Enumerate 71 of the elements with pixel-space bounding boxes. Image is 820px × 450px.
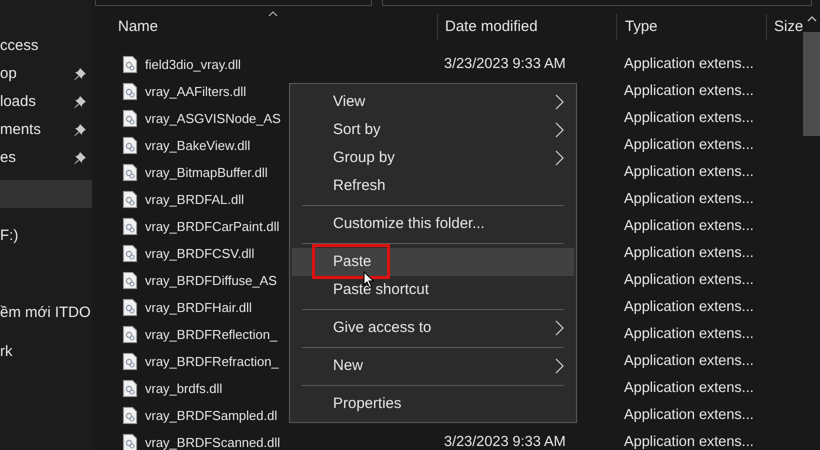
file-icon — [123, 191, 137, 208]
menu-item[interactable]: Customize this folder... — [292, 210, 574, 238]
file-name[interactable]: vray_BRDFHair.dll — [145, 298, 252, 318]
file-name[interactable]: vray_BRDFCSV.dll — [145, 244, 254, 264]
file-name[interactable]: vray_BRDFDiffuse_AS — [145, 270, 277, 290]
nav-item[interactable]: ments — [0, 116, 92, 144]
nav-item[interactable]: ccess — [0, 32, 92, 60]
column-header[interactable]: Size — [766, 14, 802, 40]
nav-item[interactable]: es — [0, 144, 92, 172]
file-icon — [123, 137, 137, 154]
file-icon — [123, 164, 137, 181]
file-type: Application extens... — [624, 272, 754, 288]
file-type: Application extens... — [624, 352, 754, 369]
file-type: Application extens... — [624, 56, 754, 72]
menu-item[interactable]: View — [292, 88, 574, 116]
column-header[interactable]: Date modified — [437, 14, 616, 40]
file-name[interactable]: vray_BRDFRefraction_ — [145, 352, 279, 372]
file-type: Application extens... — [624, 380, 754, 396]
file-icon — [123, 218, 137, 235]
file-icon — [123, 245, 137, 262]
file-type: Application extens... — [624, 164, 754, 180]
menu-item[interactable]: Properties — [292, 390, 574, 418]
file-type: Application extens... — [624, 136, 754, 153]
file-name[interactable]: vray_BitmapBuffer.dll — [145, 162, 268, 182]
file-name[interactable]: vray_ASGVISNode_AS — [145, 108, 281, 128]
file-name[interactable]: vray_BRDFReflection_ — [145, 324, 278, 344]
file-name[interactable]: vray_BRDFAL.dll — [145, 190, 244, 210]
file-icon — [123, 83, 137, 100]
file-name[interactable]: vray_BRDFScanned.dll — [145, 432, 280, 450]
file-type: Application extens... — [624, 406, 754, 423]
menu-item[interactable]: Give access to — [292, 314, 574, 342]
nav-item[interactable]: F:) — [0, 222, 92, 250]
column-header[interactable]: Type — [616, 14, 766, 40]
file-icon — [123, 380, 137, 397]
file-name[interactable]: vray_BRDFSampled.dl — [145, 406, 278, 426]
menu-item[interactable]: New — [292, 352, 574, 380]
nav-item[interactable]: ềm mới ITDO — [0, 299, 92, 327]
menu-item[interactable]: Sort by — [292, 116, 574, 144]
file-name[interactable]: vray_BakeView.dll — [145, 136, 250, 156]
file-type: Application extens... — [624, 82, 754, 99]
column-header[interactable]: Name — [95, 14, 437, 40]
file-icon — [123, 110, 137, 127]
scroll-up-icon[interactable] — [806, 16, 816, 22]
file-icon — [123, 326, 137, 343]
scrollbar-thumb[interactable] — [803, 32, 820, 136]
menu-item[interactable]: Group by — [292, 144, 574, 172]
file-name[interactable]: vray_brdfs.dll — [145, 378, 222, 398]
menu-item[interactable]: Paste shortcut — [292, 276, 574, 304]
file-icon — [123, 353, 137, 370]
date-modified: 3/23/2023 9:33 AM — [444, 56, 566, 72]
file-type: Application extens... — [624, 190, 754, 207]
file-type: Application extens... — [624, 326, 754, 342]
nav-item[interactable]: loads — [0, 88, 92, 116]
file-type: Application extens... — [624, 244, 754, 261]
file-icon — [123, 407, 137, 424]
file-name[interactable]: field3dio_vray.dll — [145, 54, 241, 74]
file-type: Application extens... — [624, 218, 754, 234]
nav-item[interactable]: op — [0, 60, 92, 88]
date-modified: 3/23/2023 9:33 AM — [444, 434, 566, 450]
file-type: Application extens... — [624, 434, 754, 450]
file-name[interactable]: vray_AAFilters.dll — [145, 82, 246, 102]
file-icon — [123, 272, 137, 289]
file-name[interactable]: vray_BRDFCarPaint.dll — [145, 216, 280, 236]
sort-caret-icon — [268, 11, 278, 17]
file-type: Application extens... — [624, 298, 754, 315]
file-icon — [123, 299, 137, 316]
nav-item[interactable]: rk — [0, 338, 92, 366]
menu-item[interactable]: Refresh — [292, 172, 574, 200]
file-type: Application extens... — [624, 110, 754, 126]
file-icon — [123, 56, 137, 73]
file-icon — [123, 434, 137, 450]
